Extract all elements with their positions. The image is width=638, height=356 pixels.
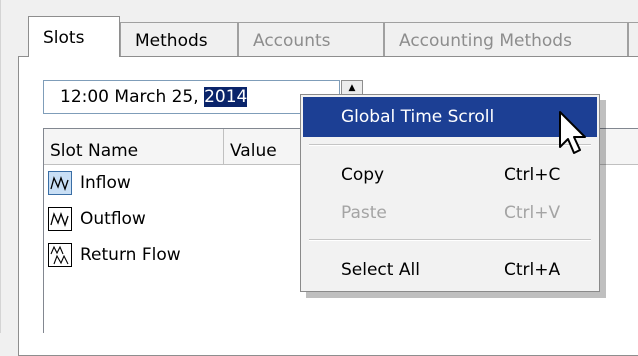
context-menu: Global Time Scroll Copy Ctrl+C Paste Ctr…	[300, 94, 600, 292]
date-year-selection: 2014	[204, 87, 248, 107]
tab-accounts-label: Accounts	[253, 31, 331, 51]
menu-item-label: Copy	[341, 165, 385, 185]
menu-item-copy[interactable]: Copy Ctrl+C	[303, 155, 597, 195]
menu-item-shortcut: Ctrl+C	[504, 165, 561, 185]
tab-methods[interactable]: Methods	[120, 22, 238, 56]
menu-separator	[309, 239, 591, 241]
tab-accounting-methods[interactable]: Accounting Methods	[384, 22, 628, 56]
slot-name: Return Flow	[80, 245, 181, 265]
menu-item-label: Select All	[341, 260, 420, 280]
mouse-pointer-icon	[559, 111, 586, 154]
tab-slots[interactable]: Slots	[28, 16, 120, 57]
tab-overflow[interactable]	[628, 22, 638, 56]
tab-slots-label: Slots	[43, 28, 85, 48]
column-header-value-label: Value	[230, 141, 277, 161]
series-slot-icon	[48, 171, 72, 195]
menu-item-shortcut: Ctrl+A	[504, 260, 561, 280]
menu-item-global-time-scroll[interactable]: Global Time Scroll	[303, 97, 597, 137]
slot-name: Outflow	[80, 209, 146, 229]
date-time-field[interactable]: 12:00 March 25, 2014	[43, 80, 340, 114]
tab-methods-label: Methods	[135, 31, 208, 51]
column-header-slot-name-label: Slot Name	[50, 141, 139, 161]
table-row[interactable]: Inflow	[44, 167, 344, 201]
menu-item-shortcut: Ctrl+V	[504, 203, 561, 223]
date-text: 12:00 March 25,	[60, 87, 205, 107]
tab-accounting-methods-label: Accounting Methods	[399, 31, 572, 51]
menu-separator	[309, 144, 591, 146]
slot-name: Inflow	[80, 173, 131, 193]
table-row[interactable]: Outflow	[44, 203, 344, 237]
menu-item-paste[interactable]: Paste Ctrl+V	[303, 193, 597, 233]
menu-item-select-all[interactable]: Select All Ctrl+A	[303, 250, 597, 290]
menu-item-label: Paste	[341, 203, 387, 223]
up-arrow-icon: ▲	[348, 83, 356, 93]
tab-accounts[interactable]: Accounts	[238, 22, 384, 56]
column-header-slot-name[interactable]: Slot Name	[44, 129, 224, 165]
series-slot-icon	[48, 207, 72, 231]
menu-item-label: Global Time Scroll	[341, 107, 495, 127]
multi-series-slot-icon	[48, 243, 72, 267]
table-row[interactable]: Return Flow	[44, 239, 344, 273]
